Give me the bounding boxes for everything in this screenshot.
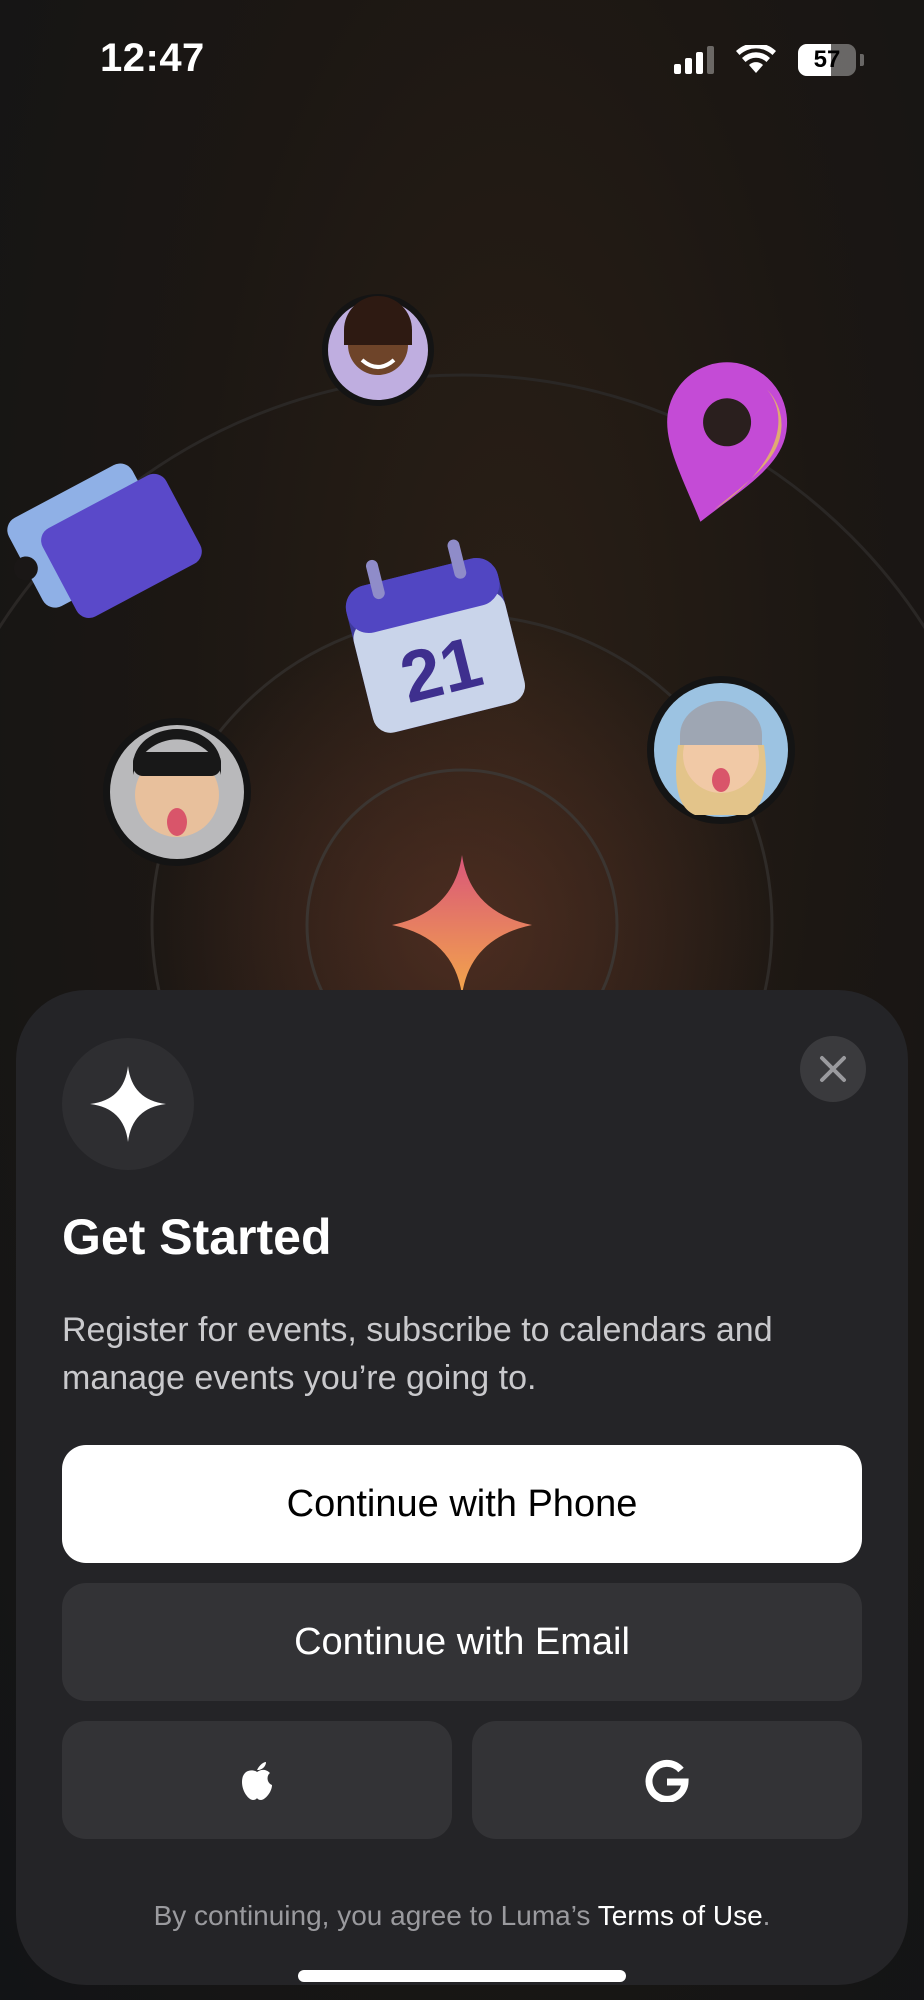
- luma-logo: [62, 1038, 194, 1170]
- terms-of-use-link[interactable]: Terms of Use: [598, 1900, 763, 1931]
- sheet-subtitle: Register for events, subscribe to calend…: [62, 1311, 773, 1397]
- home-indicator[interactable]: [298, 1970, 626, 1982]
- close-icon: [820, 1056, 846, 1082]
- avatar-left: [103, 718, 251, 866]
- sparkle-logo-icon: [90, 1066, 166, 1142]
- location-pin-icon: [667, 362, 787, 522]
- close-button[interactable]: [800, 1036, 866, 1102]
- phone-button-label: Continue with Phone: [286, 1482, 638, 1525]
- continue-with-email-button[interactable]: Continue with Email: [62, 1583, 862, 1701]
- avatar-right: [647, 676, 795, 824]
- sign-in-with-google-button[interactable]: [472, 1721, 862, 1839]
- terms-suffix: .: [762, 1900, 771, 1931]
- terms-prefix: By continuing, you agree to Luma’s: [153, 1900, 598, 1931]
- google-icon: [645, 1759, 689, 1802]
- hero-illustration: 21: [0, 294, 924, 1000]
- sheet-title: Get Started: [62, 1209, 332, 1265]
- avatar-top: [322, 294, 434, 406]
- email-button-label: Continue with Email: [294, 1620, 630, 1663]
- sign-in-with-apple-button[interactable]: [62, 1721, 452, 1839]
- continue-with-phone-button[interactable]: Continue with Phone: [62, 1445, 862, 1563]
- terms-notice: By continuing, you agree to Luma’s Terms…: [16, 1900, 908, 1932]
- get-started-sheet: Get Started Register for events, subscri…: [16, 990, 908, 1985]
- apple-icon: [242, 1762, 272, 1800]
- ticket-icon: [7, 463, 202, 618]
